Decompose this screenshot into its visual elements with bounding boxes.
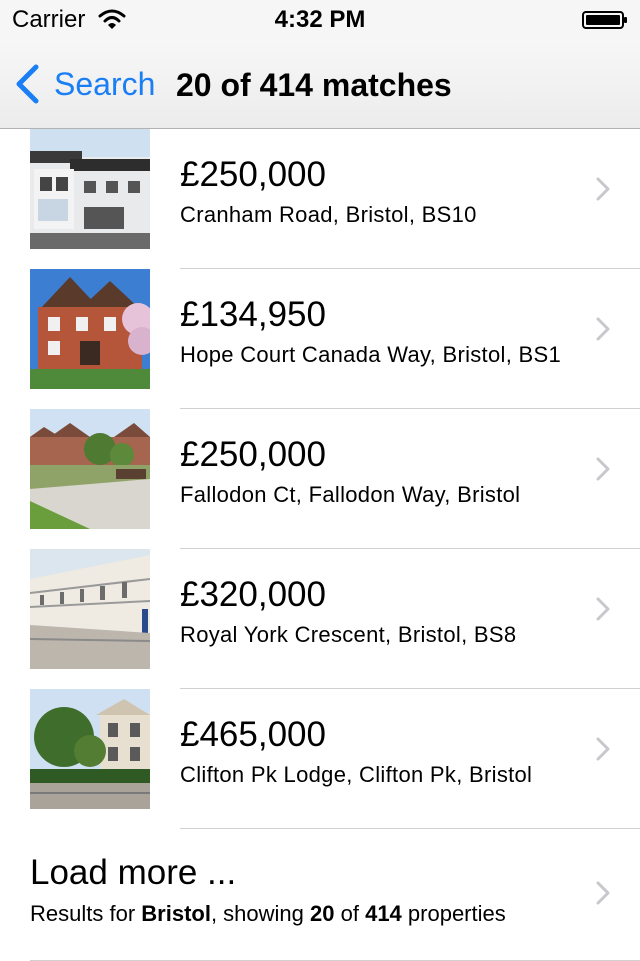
listing-address: Cranham Road, Bristol, BS10 xyxy=(180,202,477,227)
back-button[interactable]: Search xyxy=(14,64,155,104)
summary-total-count: 414 xyxy=(365,901,402,926)
listing-address: Royal York Crescent, Bristol, BS8 xyxy=(180,622,517,647)
chevron-right-icon xyxy=(596,597,610,621)
listing-list: £250,000 Cranham Road, Bristol, BS10 £13… xyxy=(0,129,640,829)
summary-text: of xyxy=(334,901,366,926)
listing-address: Clifton Pk Lodge, Clifton Pk, Bristol xyxy=(180,762,533,787)
listing-price: £134,950 xyxy=(180,295,326,334)
chevron-right-icon xyxy=(596,177,610,201)
listing-address: Hope Court Canada Way, Bristol, BS1 xyxy=(180,342,561,367)
listing-row[interactable]: £250,000 Fallodon Ct, Fallodon Way, Bris… xyxy=(0,409,640,549)
chevron-right-icon xyxy=(596,457,610,481)
property-photo xyxy=(30,129,150,249)
listing-row[interactable]: £320,000 Royal York Crescent, Bristol, B… xyxy=(0,549,640,689)
page-title: 20 of 414 matches xyxy=(176,67,452,103)
summary-shown-count: 20 xyxy=(310,901,335,926)
status-bar: Carrier 4:32 PM xyxy=(0,0,640,40)
navigation-bar: Search 20 of 414 matches xyxy=(0,40,640,129)
summary-text: Results for xyxy=(30,901,142,926)
property-photo xyxy=(30,689,150,809)
listing-price: £250,000 xyxy=(180,435,326,474)
load-more-summary: Results for Bristol, showing 20 of 414 p… xyxy=(30,901,562,927)
chevron-right-icon xyxy=(596,737,610,761)
chevron-left-icon xyxy=(16,64,39,104)
property-photo xyxy=(30,549,150,669)
load-more-row[interactable]: Load more ... Results for Bristol, showi… xyxy=(0,829,640,961)
listing-price: £320,000 xyxy=(180,575,326,614)
listing-address: Fallodon Ct, Fallodon Way, Bristol xyxy=(180,482,521,507)
back-label: Search xyxy=(54,65,156,102)
clock: 4:32 PM xyxy=(274,6,366,33)
summary-location: Bristol xyxy=(141,901,211,926)
summary-text: properties xyxy=(401,901,506,926)
load-more-title: Load more ... xyxy=(30,853,237,892)
listing-price: £250,000 xyxy=(180,155,326,194)
listing-row[interactable]: £250,000 Cranham Road, Bristol, BS10 xyxy=(0,129,640,269)
listing-row[interactable]: £465,000 Clifton Pk Lodge, Clifton Pk, B… xyxy=(0,689,640,829)
property-photo xyxy=(30,269,150,389)
property-photo xyxy=(30,409,150,529)
chevron-right-icon xyxy=(596,881,610,905)
listing-row[interactable]: £134,950 Hope Court Canada Way, Bristol,… xyxy=(0,269,640,409)
chevron-right-icon xyxy=(596,317,610,341)
battery-icon xyxy=(582,11,627,29)
listing-price: £465,000 xyxy=(180,715,326,754)
summary-text: , showing xyxy=(210,901,311,926)
